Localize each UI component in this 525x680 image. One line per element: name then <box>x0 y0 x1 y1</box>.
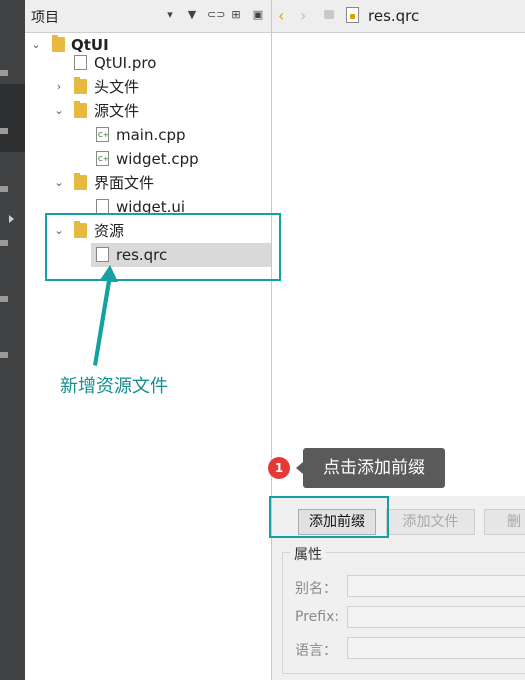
add-file-button[interactable]: 添加文件 <box>386 509 475 535</box>
mode-sidebar <box>0 0 25 680</box>
tree-item-label: main.cpp <box>116 126 186 144</box>
tree-item-label: 源文件 <box>94 102 140 120</box>
chevron-right-icon[interactable]: › <box>52 75 66 99</box>
forward-arrow-icon[interactable]: › <box>300 6 306 25</box>
close-pane-icon[interactable]: ▣ <box>251 8 265 22</box>
project-panel-header: 项目 ▾ ▼ ⊂⊃ ⊞ ▣ <box>25 0 271 33</box>
mode-tick <box>0 70 8 76</box>
tree-item-widget-cpp[interactable]: C+ widget.cpp <box>25 147 271 171</box>
filter-icon[interactable]: ▼ <box>185 8 199 22</box>
cpp-file-icon: C+ <box>96 127 109 142</box>
project-panel-title: 项目 <box>31 10 59 26</box>
language-label: 语言： <box>295 643 337 659</box>
language-input[interactable] <box>347 637 525 659</box>
link-icon[interactable]: ⊂⊃ <box>207 8 225 22</box>
mode-tick <box>0 352 8 358</box>
chevron-down-icon[interactable]: ⌄ <box>52 99 66 123</box>
remove-button[interactable]: 删 <box>484 509 525 535</box>
alias-label: 别名： <box>295 581 337 597</box>
resource-editor-area[interactable] <box>272 33 525 496</box>
editor-file-tab[interactable]: res.qrc <box>368 7 419 25</box>
qrc-file-icon <box>346 7 359 23</box>
alias-input[interactable] <box>347 575 525 597</box>
chevron-down-icon[interactable]: ⌄ <box>52 171 66 195</box>
tree-item-label: QtUI.pro <box>94 54 157 72</box>
tree-item-pro-file[interactable]: QtUI.pro <box>25 51 271 75</box>
pro-file-icon <box>74 55 87 70</box>
tree-item-sources[interactable]: ⌄ 源文件 <box>25 99 271 123</box>
forms-folder-icon <box>74 173 87 190</box>
mode-tick <box>0 128 8 134</box>
mode-selected-highlight[interactable] <box>0 84 25 152</box>
tree-item-label: widget.cpp <box>116 150 199 168</box>
annotation-new-resource-text: 新增资源文件 <box>60 376 168 397</box>
project-tree: ⌄ QtUI QtUI.pro › 头文件 ⌄ 源文件 C+ main.cpp … <box>25 33 271 680</box>
mode-tick <box>0 296 8 302</box>
prefix-label: Prefix: <box>295 609 340 625</box>
tree-item-main-cpp[interactable]: C+ main.cpp <box>25 123 271 147</box>
lock-icon <box>324 10 334 19</box>
mode-tick <box>0 186 8 192</box>
ui-file-icon <box>96 199 109 214</box>
annotation-tooltip: 点击添加前缀 <box>296 448 445 488</box>
back-arrow-icon[interactable]: ‹ <box>278 6 284 25</box>
tree-item-label: 界面文件 <box>94 174 155 192</box>
mode-tick <box>0 240 8 246</box>
sources-folder-icon <box>74 101 87 118</box>
expand-arrow-icon[interactable] <box>9 215 14 223</box>
tree-item-label: 头文件 <box>94 78 140 96</box>
project-folder-icon <box>52 35 65 52</box>
tree-item-forms[interactable]: ⌄ 界面文件 <box>25 171 271 195</box>
cpp-file-icon: C+ <box>96 151 109 166</box>
properties-title: 属性 <box>290 544 326 564</box>
headers-folder-icon <box>74 77 87 94</box>
dropdown-icon[interactable]: ▾ <box>163 8 177 22</box>
annotation-highlight-add-prefix <box>269 496 389 538</box>
step-badge: 1 <box>268 457 290 479</box>
split-icon[interactable]: ⊞ <box>229 8 243 22</box>
prefix-input[interactable] <box>347 606 525 628</box>
editor-toolbar: ‹ › res.qrc <box>272 0 525 33</box>
tree-item-headers[interactable]: › 头文件 <box>25 75 271 99</box>
annotation-arrow-icon <box>93 265 118 366</box>
